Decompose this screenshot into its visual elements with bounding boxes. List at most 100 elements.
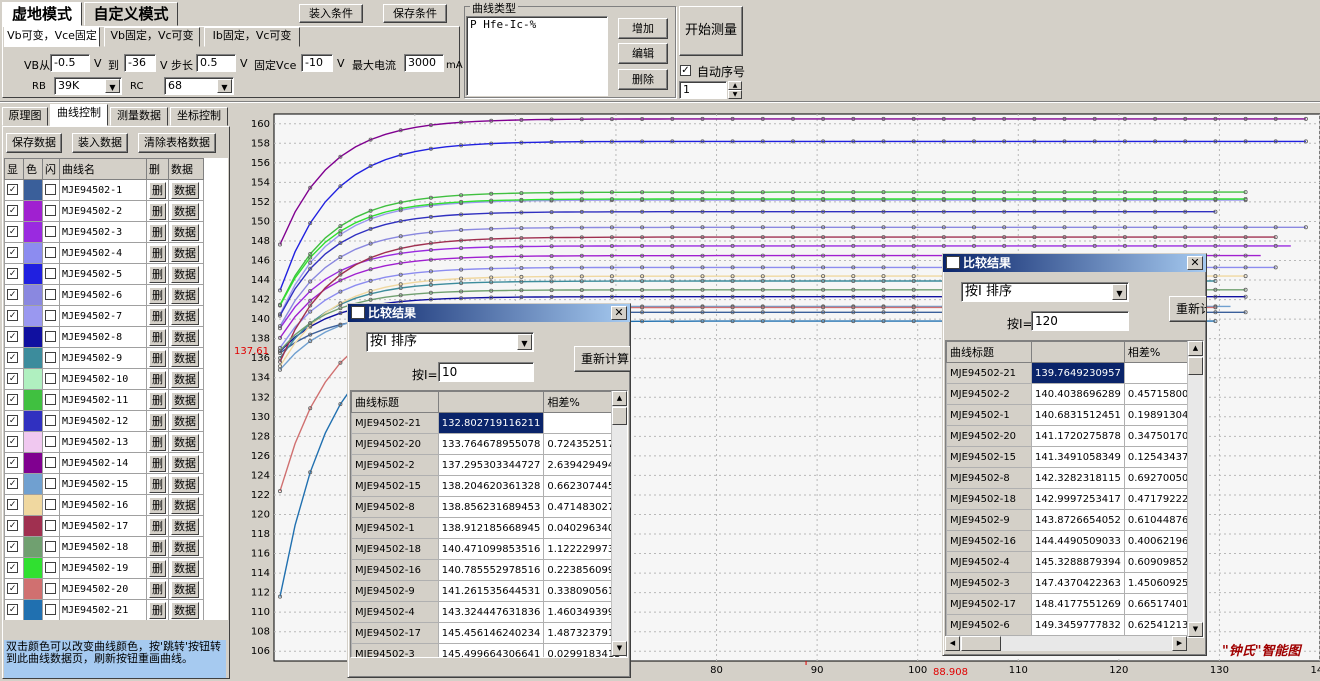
curve-row[interactable]: ✓ MJE94502-5 删数据 [4,263,204,285]
show-checkbox-cell[interactable]: ✓ [4,263,24,285]
by-i-input[interactable]: 10 [438,362,534,382]
value-cell[interactable]: 141.3491058349 [1031,446,1125,468]
show-checkbox[interactable]: ✓ [7,226,18,238]
step-input[interactable]: 0.5 [196,54,236,72]
compare-row[interactable]: MJE94502-4 145.3288879394 0.609098523 [946,551,1202,573]
value-cell[interactable]: 147.4370422363 [1031,572,1125,594]
flash-checkbox-cell[interactable] [42,389,60,411]
value-cell[interactable]: 138.912185668945 [437,517,545,539]
curve-title-cell[interactable]: MJE94502-3 [946,572,1032,594]
delete-cell[interactable]: 删 [146,284,169,306]
col-title-header[interactable]: 曲线标题 [946,341,1032,363]
col-value-header[interactable] [1031,341,1125,363]
curve-row[interactable]: ✓ MJE94502-2 删数据 [4,200,204,222]
data-cell[interactable]: 数据 [168,599,204,620]
curve-data-button[interactable]: 数据 [171,265,199,283]
curve-data-button[interactable]: 数据 [171,580,199,598]
color-swatch[interactable] [23,263,43,285]
compare-row[interactable]: MJE94502-9 143.8726654052 0.610448769 [946,509,1202,531]
curve-title-cell[interactable]: MJE94502-16 [946,530,1032,552]
scroll-down-icon[interactable]: ▼ [1188,622,1203,637]
curve-title-cell[interactable]: MJE94502-21 [351,412,439,434]
flash-checkbox-cell[interactable] [42,200,60,222]
flash-checkbox[interactable] [45,541,56,553]
curve-title-cell[interactable]: MJE94502-6 [946,614,1032,636]
start-measure-button[interactable]: 开始测量 [679,6,743,56]
show-checkbox-cell[interactable]: ✓ [4,410,24,432]
data-cell[interactable]: 数据 [168,578,204,600]
tab-vb-variable[interactable]: Vb可变，Vce固定 [4,27,100,47]
rb-select[interactable]: 39K ▼ [54,77,122,95]
curve-row[interactable]: ✓ MJE94502-14 删数据 [4,452,204,474]
curve-row[interactable]: ✓ MJE94502-19 删数据 [4,557,204,579]
show-checkbox[interactable]: ✓ [7,373,18,385]
show-checkbox-cell[interactable]: ✓ [4,515,24,537]
vb-to-input[interactable]: -36 [124,54,156,72]
curve-row[interactable]: ✓ MJE94502-17 删数据 [4,515,204,537]
delete-cell[interactable]: 删 [146,452,169,474]
flash-checkbox-cell[interactable] [42,578,60,600]
color-swatch[interactable] [23,326,43,348]
value-cell[interactable]: 143.8726654052 [1031,509,1125,531]
compare-row[interactable]: MJE94502-1 138.912185668945 0.0402963401 [351,517,627,539]
spin-up-icon[interactable]: ▲ [728,81,742,90]
flash-checkbox-cell[interactable] [42,263,60,285]
curve-title-cell[interactable]: MJE94502-4 [946,551,1032,573]
delete-curve-button[interactable]: 删 [149,412,166,430]
vb-from-input[interactable]: -0.5 [50,54,90,72]
data-cell[interactable]: 数据 [168,452,204,474]
color-swatch[interactable] [23,179,43,201]
save-data-button[interactable]: 保存数据 [6,133,62,153]
delete-curve-button[interactable]: 删 [149,265,166,283]
delete-cell[interactable]: 删 [146,221,169,243]
scroll-thumb[interactable] [1188,357,1203,375]
curve-row[interactable]: ✓ MJE94502-1 删数据 [4,179,204,201]
flash-checkbox[interactable] [45,352,56,364]
color-swatch[interactable] [23,305,43,327]
color-swatch[interactable] [23,473,43,495]
delete-curve-button[interactable]: 删 [149,601,166,619]
data-cell[interactable]: 数据 [168,347,204,369]
color-swatch[interactable] [23,494,43,516]
color-swatch[interactable] [23,410,43,432]
curve-title-cell[interactable]: MJE94502-16 [351,559,439,581]
color-swatch[interactable] [23,242,43,264]
show-checkbox-cell[interactable]: ✓ [4,578,24,600]
curve-data-button[interactable]: 数据 [171,496,199,514]
delete-cell[interactable]: 删 [146,431,169,453]
value-cell[interactable]: 144.4490509033 [1031,530,1125,552]
compare-dialog-right[interactable]: 比较结果 ✕ 按I 排序 ▼ 按I= 120 重新计算 曲线标题 相差% MJE9… [942,253,1207,656]
compare-row[interactable]: MJE94502-8 142.3282318115 0.692700509 [946,467,1202,489]
color-swatch[interactable] [23,557,43,579]
flash-checkbox[interactable] [45,373,56,385]
compare-row[interactable]: MJE94502-18 142.9997253417 0.471792224 [946,488,1202,510]
tab-curve-control[interactable]: 曲线控制 [50,104,108,126]
show-checkbox[interactable]: ✓ [7,478,18,490]
delete-curve-button[interactable]: 删 [149,538,166,556]
show-checkbox-cell[interactable]: ✓ [4,557,24,579]
rc-select[interactable]: 68 ▼ [164,77,234,95]
show-checkbox[interactable]: ✓ [7,184,18,196]
show-checkbox-cell[interactable]: ✓ [4,368,24,390]
delete-cell[interactable]: 删 [146,536,169,558]
tab-virtual-ground-mode[interactable]: 虚地模式 [2,2,82,26]
curve-row[interactable]: ✓ MJE94502-7 删数据 [4,305,204,327]
curve-data-button[interactable]: 数据 [171,538,199,556]
tab-schematic[interactable]: 原理图 [2,107,48,126]
flash-checkbox-cell[interactable] [42,536,60,558]
delete-curve-button[interactable]: 删 [149,244,166,262]
curve-title-cell[interactable]: MJE94502-2 [351,454,439,476]
value-cell[interactable]: 141.1720275878 [1031,425,1125,447]
show-checkbox-cell[interactable]: ✓ [4,347,24,369]
value-cell[interactable]: 133.764678955078 [437,433,545,455]
data-cell[interactable]: 数据 [168,179,204,201]
show-checkbox-cell[interactable]: ✓ [4,221,24,243]
value-cell[interactable]: 141.261535644531 [437,580,545,602]
data-cell[interactable]: 数据 [168,494,204,516]
flash-checkbox-cell[interactable] [42,452,60,474]
flash-checkbox-cell[interactable] [42,221,60,243]
compare-row[interactable]: MJE94502-6 149.3459777832 0.625412138 [946,614,1202,636]
curve-data-button[interactable]: 数据 [171,475,199,493]
serial-number-input[interactable]: 1 [679,81,727,99]
compare-row[interactable]: MJE94502-2 137.295303344727 2.6394294945 [351,454,627,476]
